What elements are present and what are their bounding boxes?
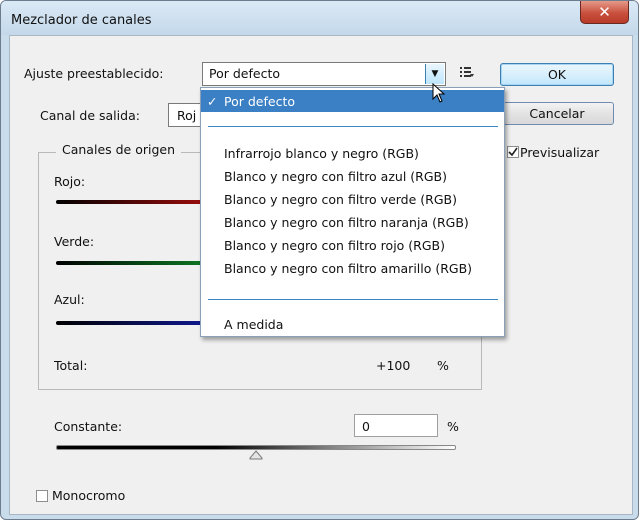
constant-unit: % [447,419,459,434]
total-unit: % [437,358,449,373]
menu-item-label: Blanco y negro con filtro azul (RGB) [224,169,447,184]
check-icon: ✓ [207,94,218,109]
preset-dropdown-menu: ✓ Por defecto Infrarrojo blanco y negro … [200,87,505,337]
close-button[interactable]: ✕ [580,1,629,24]
mouse-cursor-icon [432,82,448,106]
menu-item-default[interactable]: ✓ Por defecto [201,90,504,112]
total-label: Total: [54,358,88,373]
constant-slider-thumb-icon[interactable] [249,448,263,460]
constant-label: Constante: [54,419,123,434]
menu-item-label: Blanco y negro con filtro naranja (RGB) [224,215,469,230]
menu-item-label: Blanco y negro con filtro verde (RGB) [224,192,457,207]
ok-button[interactable]: OK [500,63,614,86]
menu-item-preset[interactable]: Infrarrojo blanco y negro (RGB) [201,142,504,164]
menu-item-preset[interactable]: Blanco y negro con filtro rojo (RGB) [201,234,504,256]
menu-item-custom[interactable]: A medida [201,313,504,335]
green-channel-label: Verde: [54,234,95,249]
menu-item-label: A medida [224,317,284,332]
preview-label: Previsualizar [520,145,600,160]
dropdown-arrow-icon[interactable]: ▼ [425,64,444,84]
preset-value: Por defecto [209,66,280,81]
monochrome-label: Monocromo [52,488,126,503]
preset-options-icon[interactable] [460,66,474,78]
output-channel-value: Roj [177,108,197,123]
output-channel-label: Canal de salida: [40,108,140,123]
preset-dropdown[interactable]: Por defecto ▼ [202,62,446,86]
blue-channel-label: Azul: [54,292,85,307]
menu-separator [208,126,498,127]
menu-item-label: Blanco y negro con filtro amarillo (RGB) [224,261,473,276]
menu-separator [208,299,498,300]
menu-item-preset[interactable]: Blanco y negro con filtro azul (RGB) [201,165,504,187]
constant-value: 0 [362,419,370,434]
monochrome-checkbox[interactable] [36,490,48,502]
menu-item-preset[interactable]: Blanco y negro con filtro amarillo (RGB) [201,257,504,279]
title-bar[interactable]: Mezclador de canales ✕ [1,1,638,35]
menu-item-preset[interactable]: Blanco y negro con filtro naranja (RGB) [201,211,504,233]
menu-item-label: Infrarrojo blanco y negro (RGB) [224,146,419,161]
preset-label: Ajuste preestablecido: [24,66,164,81]
cancel-button[interactable]: Cancelar [500,102,614,125]
menu-item-default-label: Por defecto [224,94,295,109]
close-icon: ✕ [598,3,611,21]
window-title: Mezclador de canales [11,13,152,28]
total-value: +100 [376,358,411,373]
menu-item-label: Blanco y negro con filtro rojo (RGB) [224,238,445,253]
constant-input[interactable]: 0 [354,414,438,437]
menu-item-preset[interactable]: Blanco y negro con filtro verde (RGB) [201,188,504,210]
preview-checkbox[interactable] [507,146,519,158]
source-channels-legend: Canales de origen [56,142,182,157]
red-channel-label: Rojo: [54,174,86,189]
